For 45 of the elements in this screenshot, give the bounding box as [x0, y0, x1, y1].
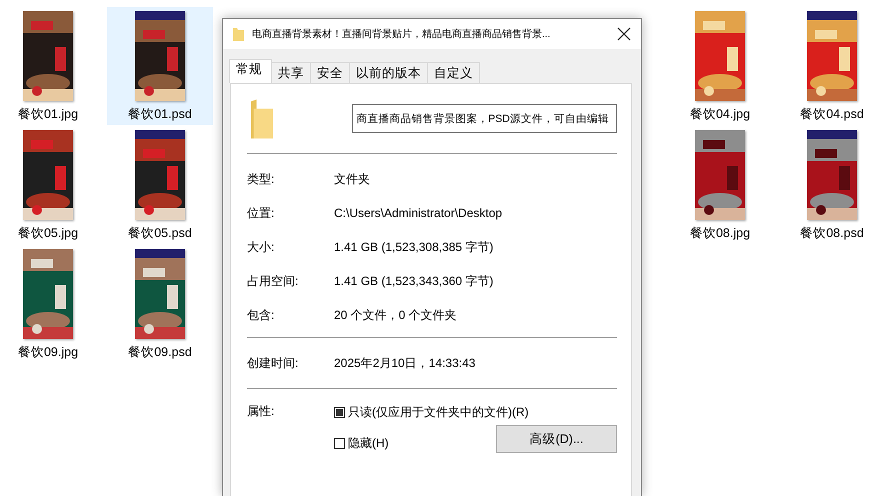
field-label: 包含:: [247, 306, 276, 324]
file-name: 餐饮05.psd: [128, 225, 192, 242]
file-name: 餐饮05.jpg: [18, 225, 78, 242]
window-title: 电商直播背景素材！直播间背景贴片，精品电商直播商品销售背景...: [252, 28, 550, 41]
field-label: 属性:: [247, 403, 276, 420]
file-item[interactable]: 餐饮05.psd: [107, 126, 213, 244]
file-name: 餐饮08.jpg: [690, 225, 750, 242]
file-name: 餐饮09.psd: [128, 344, 192, 361]
field-value: 文件夹: [334, 170, 370, 188]
folder-icon: [251, 98, 274, 140]
field-value: 1.41 GB (1,523,343,360 字节): [334, 272, 494, 290]
file-name: 餐饮09.jpg: [18, 344, 78, 361]
file-item[interactable]: 餐饮04.psd: [779, 7, 879, 125]
field-label: 创建时间:: [247, 354, 300, 372]
file-item[interactable]: 餐饮05.jpg: [0, 126, 101, 244]
checkbox[interactable]: [334, 438, 345, 449]
file-name: 餐饮01.psd: [128, 106, 192, 123]
file-item[interactable]: 餐饮04.jpg: [667, 7, 773, 125]
field-value: 2025年2月10日，14:33:43: [334, 354, 476, 372]
file-item[interactable]: 餐饮09.jpg: [0, 245, 101, 363]
folder-icon: [233, 27, 244, 41]
file-name: 餐饮04.psd: [800, 106, 864, 123]
checkbox[interactable]: [334, 407, 345, 418]
checkbox-label[interactable]: 只读(仅应用于文件夹中的文件)(R): [348, 404, 529, 421]
checkbox-label[interactable]: 隐藏(H): [348, 435, 389, 452]
tab[interactable]: 自定义: [427, 62, 480, 83]
file-item[interactable]: 餐饮01.psd: [107, 7, 213, 125]
file-item[interactable]: 餐饮01.jpg: [0, 7, 101, 125]
close-icon[interactable]: [617, 27, 631, 41]
field-value: 1.41 GB (1,523,308,385 字节): [334, 238, 494, 256]
field-label: 大小:: [247, 238, 276, 256]
field-value: 20 个文件，0 个文件夹: [334, 306, 457, 324]
file-name: 餐饮08.psd: [800, 225, 864, 242]
advanced-button[interactable]: 高级(D)...: [496, 425, 617, 453]
file-item[interactable]: 餐饮08.jpg: [667, 126, 773, 244]
file-name: 餐饮04.jpg: [690, 106, 750, 123]
field-value: C:\Users\Administrator\Desktop: [334, 206, 502, 220]
tab[interactable]: 常规: [229, 59, 272, 83]
field-label: 类型:: [247, 170, 276, 188]
field-label: 占用空间:: [247, 272, 300, 290]
file-item[interactable]: 餐饮08.psd: [779, 126, 879, 244]
file-name: 餐饮01.jpg: [18, 106, 78, 123]
name-field[interactable]: 商直播商品销售背景图案，PSD源文件，可自由编辑: [352, 104, 617, 133]
field-label: 位置:: [247, 204, 276, 222]
file-item[interactable]: 餐饮09.psd: [107, 245, 213, 363]
